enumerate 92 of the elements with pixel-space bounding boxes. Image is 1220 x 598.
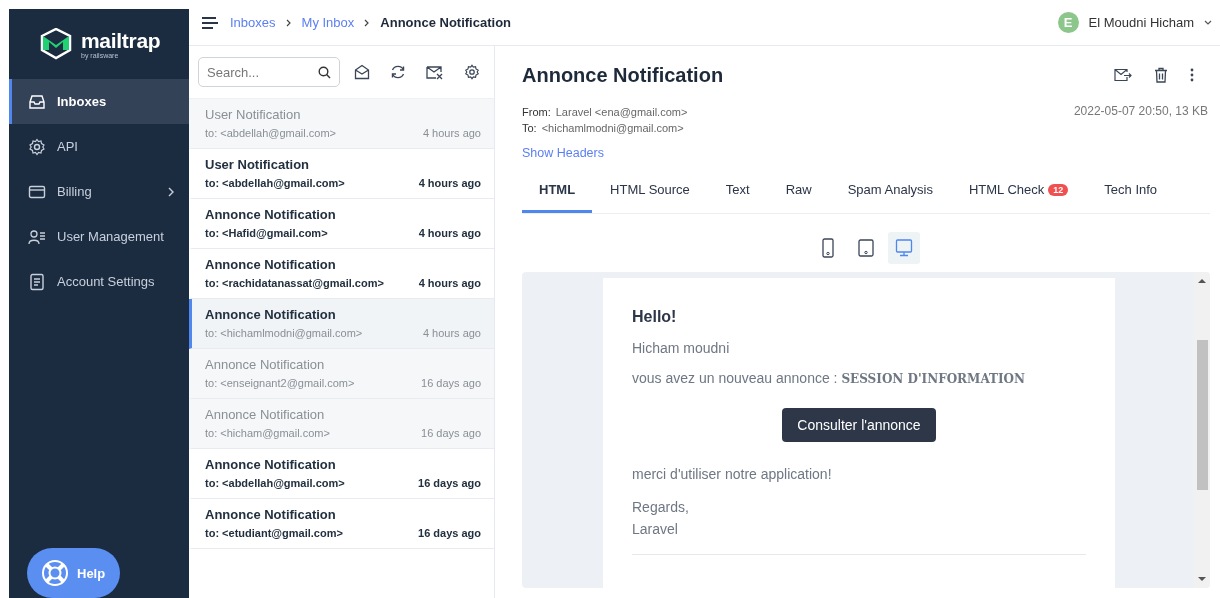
message-recipient: to: <hichamlmodni@gmail.com> <box>205 327 363 339</box>
to-label: To: <box>522 121 537 136</box>
message-recipient: to: <abdellah@gmail.com> <box>205 477 345 489</box>
message-time: 4 hours ago <box>418 277 481 289</box>
sidebar-item[interactable]: User Management <box>9 214 189 259</box>
users-icon <box>28 227 46 246</box>
message-subject: User Notification <box>205 107 302 122</box>
message-recipient: to: <abdellah@gmail.com> <box>205 177 345 189</box>
user-name[interactable]: El Moudni Hicham <box>1088 15 1194 30</box>
document-icon <box>28 272 46 291</box>
message-row[interactable]: Annonce Notification to: <Hafid@gmail.com> 4 hours ago <box>189 199 494 249</box>
to-address: <hichamlmodni@gmail.com> <box>541 121 684 136</box>
email-text: Laravel <box>632 521 678 537</box>
message-time: 16 days ago <box>421 427 481 439</box>
email-text: merci d'utiliser notre application! <box>632 466 833 482</box>
breadcrumb-link[interactable]: Inboxes <box>230 15 276 30</box>
settings-icon[interactable] <box>464 64 480 80</box>
message-subject: Annonce Notification <box>205 507 337 522</box>
message-time: 4 hours ago <box>422 327 481 339</box>
logo-name: mailtrap <box>81 29 161 51</box>
envelope-open-icon[interactable] <box>354 64 370 80</box>
inbox-icon <box>28 92 46 111</box>
sidebar-item[interactable]: Billing <box>9 169 189 214</box>
message-row[interactable]: Annonce Notification to: <abdellah@gmail.com> 16 days ago <box>189 449 494 499</box>
breadcrumb-separator <box>285 18 292 27</box>
trash-icon[interactable] <box>1154 67 1168 83</box>
from-address: Laravel <ena@gmail.com> <box>555 105 688 120</box>
message-subject: User Notification <box>205 157 310 172</box>
message-recipient: to: <enseignant2@gmail.com> <box>205 377 355 389</box>
scrollbar-thumb[interactable] <box>1196 340 1208 490</box>
tab[interactable]: HTML Source <box>592 172 708 213</box>
message-time: 4 hours ago <box>418 177 481 189</box>
breadcrumb-separator <box>364 18 371 27</box>
email-text: vous avez un nouveau annonce : SESSION D'INFORMATION <box>632 370 1026 386</box>
tab[interactable]: Text <box>707 172 768 213</box>
message-recipient: to: <abdellah@gmail.com> <box>205 127 337 139</box>
message-time: 16 days ago <box>418 527 481 539</box>
tab[interactable]: HTML <box>522 172 593 213</box>
message-recipient: to: <Hafid@gmail.com> <box>205 227 328 239</box>
message-time: 4 hours ago <box>422 127 481 139</box>
message-subject: Annonce Notification <box>205 307 337 322</box>
consult-button[interactable]: Consulter l'annonce <box>782 408 936 442</box>
message-row[interactable]: Annonce Notification to: <hichamlmodni@gmail.com> 4 hours ago <box>189 299 494 349</box>
more-icon[interactable] <box>1190 68 1194 82</box>
message-subject: Annonce Notification <box>205 207 337 222</box>
caret-icon[interactable] <box>1204 19 1212 26</box>
from-label: From: <box>522 105 551 120</box>
email-date-size: 2022-05-07 20:50, 13 KB <box>1073 104 1209 120</box>
email-title: Annonce Notification <box>522 63 724 87</box>
count-badge: 12 <box>1048 183 1069 196</box>
tab[interactable]: Raw <box>767 172 830 213</box>
sidebar-item[interactable]: Account Settings <box>9 259 189 304</box>
message-time: 16 days ago <box>421 377 481 389</box>
tablet-icon <box>858 239 874 257</box>
message-subject: Annonce Notification <box>205 457 337 472</box>
scroll-down-icon[interactable] <box>1198 576 1206 582</box>
message-subject: Annonce Notification <box>205 357 326 372</box>
scroll-up-icon[interactable] <box>1198 278 1206 284</box>
message-subject: Annonce Notification <box>205 407 326 422</box>
message-row[interactable]: Annonce Notification to: <etudiant@gmail.com> 16 days ago <box>189 499 494 549</box>
tab[interactable]: HTML Check 12 <box>950 172 1087 213</box>
breadcrumb-link[interactable]: My Inbox <box>301 15 355 30</box>
email-text: Regards, <box>632 499 689 515</box>
message-time: 16 days ago <box>418 477 481 489</box>
sidebar-item[interactable]: Inboxes <box>9 79 189 124</box>
message-recipient: to: <hicham@gmail.com> <box>205 427 330 439</box>
breadcrumb-current: Annonce Notification <box>380 15 511 30</box>
tab[interactable]: Tech Info <box>1086 172 1176 213</box>
clear-mail-icon[interactable] <box>426 64 444 80</box>
monitor-icon <box>895 239 913 257</box>
scrollbar[interactable] <box>1194 272 1210 588</box>
phone-icon <box>822 238 834 258</box>
search-field[interactable]: Search... <box>198 57 340 87</box>
message-recipient: to: <rachidatanassat@gmail.com> <box>205 277 384 289</box>
gear-icon <box>28 137 46 156</box>
message-row[interactable]: User Notification to: <abdellah@gmail.com> 4 hours ago <box>189 149 494 199</box>
chevron-icon <box>167 186 175 197</box>
menu-icon[interactable] <box>202 16 218 29</box>
tab[interactable]: Spam Analysis <box>829 172 951 213</box>
show-headers-link[interactable]: Show Headers <box>522 146 1210 160</box>
lifebuoy-icon <box>41 559 69 587</box>
sidebar-item[interactable]: API <box>9 124 189 169</box>
logo-icon <box>39 28 73 60</box>
forward-mail-icon[interactable] <box>1114 68 1132 82</box>
desktop-view-button[interactable] <box>888 232 920 264</box>
message-recipient: to: <etudiant@gmail.com> <box>205 527 343 539</box>
refresh-icon[interactable] <box>390 64 406 80</box>
message-time: 4 hours ago <box>418 227 481 239</box>
email-text: Hicham moudni <box>632 340 731 356</box>
search-icon <box>318 66 331 79</box>
email-greeting: Hello! <box>632 308 678 326</box>
message-subject: Annonce Notification <box>205 257 337 272</box>
